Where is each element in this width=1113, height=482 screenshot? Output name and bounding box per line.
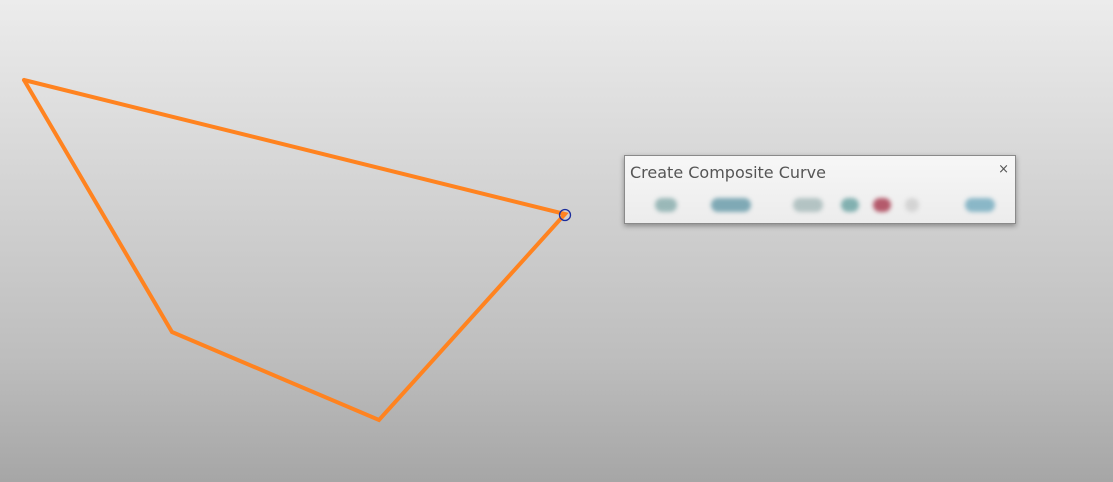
tool-accept-icon[interactable] <box>965 198 995 212</box>
close-icon[interactable]: × <box>998 163 1009 176</box>
tool-select-icon[interactable] <box>655 198 677 212</box>
tool-button-row <box>629 192 1009 218</box>
tool-line-icon[interactable] <box>793 198 823 212</box>
drawing-canvas[interactable] <box>0 0 1113 482</box>
tool-arc-icon[interactable] <box>841 198 859 212</box>
drawing-viewport[interactable] <box>0 0 1113 482</box>
tool-separator-icon[interactable] <box>905 198 919 212</box>
tool-cancel-icon[interactable] <box>873 198 891 212</box>
panel-title: Create Composite Curve <box>630 163 826 182</box>
composite-curve[interactable] <box>22 78 569 423</box>
create-composite-curve-toolbar: Create Composite Curve × <box>624 155 1016 224</box>
tool-chain-icon[interactable] <box>711 198 751 212</box>
